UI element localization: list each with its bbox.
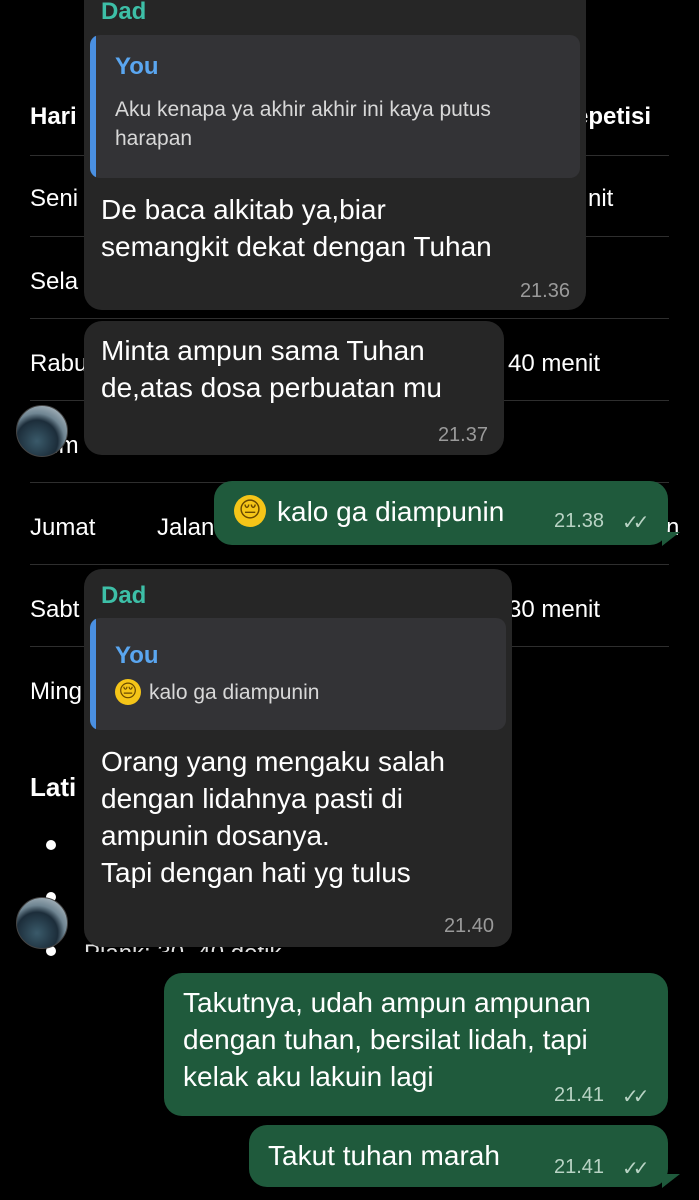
avatar[interactable] xyxy=(16,897,68,949)
quote-text: kalo ga diampunin xyxy=(149,681,320,704)
quote-accent-bar xyxy=(90,35,96,178)
sender-name: Dad xyxy=(101,0,147,25)
message-text: kalo ga diampunin xyxy=(277,496,505,527)
outgoing-message[interactable]: 😔 kalo ga diampunin 21.38 ✓✓ xyxy=(214,481,668,545)
outgoing-message[interactable]: Takut tuhan marah 21.41 ✓✓ xyxy=(249,1125,668,1187)
message-time: 21.40 xyxy=(443,915,494,937)
quote-author: You xyxy=(115,53,159,80)
section-title: Lati xyxy=(30,772,77,802)
table-row-duration: 30 menit xyxy=(508,596,601,623)
quote-accent-bar xyxy=(90,618,96,730)
table-row-duration: 40 menit xyxy=(508,350,601,377)
incoming-message[interactable]: Minta ampun sama Tuhan de,atas dosa perb… xyxy=(84,321,504,455)
incoming-message[interactable]: Dad You Aku kenapa ya akhir akhir ini ka… xyxy=(84,0,586,310)
table-row-activity: Jalan xyxy=(157,514,215,541)
table-header-day: Hari xyxy=(30,103,77,130)
pensive-face-icon: 😔 xyxy=(234,495,266,527)
table-row-day: Jumat xyxy=(30,514,96,541)
quote-author: You xyxy=(115,642,159,669)
message-text: Minta ampun sama Tuhan de,atas dosa perb… xyxy=(101,335,442,403)
bubble-tail xyxy=(662,1174,680,1188)
read-ticks-icon: ✓✓ xyxy=(622,512,649,534)
message-time: 21.37 xyxy=(437,424,488,446)
message-text: De baca alkitab ya,biar semangkit dekat … xyxy=(101,194,492,262)
table-divider xyxy=(30,318,669,319)
read-ticks-icon: ✓✓ xyxy=(622,1086,649,1108)
quote-text: Aku kenapa ya akhir akhir ini kaya putus… xyxy=(115,98,491,150)
table-row-day: Rabu xyxy=(30,350,88,377)
table-header-repetition: epetisi xyxy=(575,103,652,130)
bullet-dot xyxy=(46,840,56,850)
bubble-tail xyxy=(662,532,680,546)
table-row-day: Sabt xyxy=(30,596,80,623)
message-text: Orang yang mengaku salah dengan lidahnya… xyxy=(101,746,445,888)
table-divider xyxy=(30,564,669,565)
avatar[interactable] xyxy=(16,405,68,457)
read-ticks-icon: ✓✓ xyxy=(622,1158,649,1180)
message-time: 21.41 xyxy=(554,1084,605,1106)
pensive-face-icon: 😔 xyxy=(115,679,141,705)
sender-name: Dad xyxy=(101,582,147,609)
table-row-duration: nit xyxy=(588,185,614,212)
table-row-day: Seni xyxy=(30,185,79,212)
quoted-message[interactable]: You 😔 kalo ga diampunin xyxy=(90,618,506,730)
incoming-message[interactable]: Dad You 😔 kalo ga diampunin Orang yang m… xyxy=(84,569,512,947)
message-time: 21.36 xyxy=(519,280,570,302)
message-time: 21.41 xyxy=(554,1156,605,1178)
quoted-message[interactable]: You Aku kenapa ya akhir akhir ini kaya p… xyxy=(90,35,580,178)
message-text: Takutnya, udah ampun ampunan dengan tuha… xyxy=(183,987,591,1092)
table-row-day: Ming xyxy=(30,678,83,705)
outgoing-message[interactable]: Takutnya, udah ampun ampunan dengan tuha… xyxy=(164,973,668,1116)
message-text: Takut tuhan marah xyxy=(268,1140,500,1171)
message-time: 21.38 xyxy=(554,510,605,532)
table-row-day: Sela xyxy=(30,268,79,295)
